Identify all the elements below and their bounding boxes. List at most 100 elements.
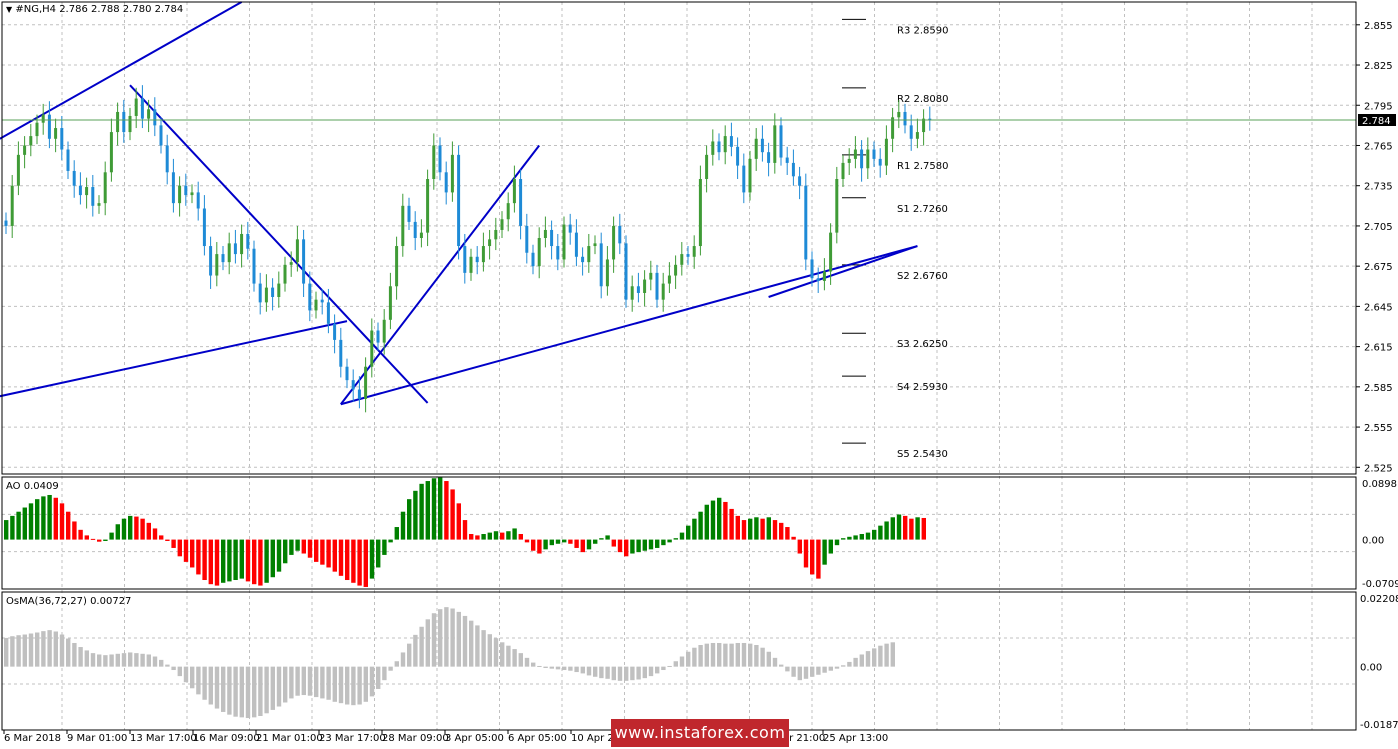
osma-bar: [512, 649, 517, 667]
osma-bar: [301, 666, 306, 696]
osma-bar: [264, 666, 269, 714]
price-tick-label: 2.705: [1364, 222, 1393, 233]
osma-histogram: [4, 607, 895, 719]
candle-body: [531, 252, 535, 267]
ao-bar: [22, 507, 27, 540]
trend-line: [129, 84, 429, 404]
ao-bar: [90, 538, 96, 540]
candle-body: [122, 111, 126, 133]
osma-bar: [655, 666, 660, 674]
candle-body: [674, 264, 678, 276]
candle-body: [556, 246, 560, 260]
osma-bar: [748, 643, 753, 667]
osma-bar: [624, 666, 629, 681]
ao-bar: [369, 539, 375, 579]
candle-body: [395, 246, 399, 287]
ao-bar: [456, 503, 461, 540]
ao-bar: [859, 534, 864, 540]
ao-bar: [376, 539, 381, 568]
osma-bar: [797, 666, 802, 681]
ao-bar: [481, 534, 486, 540]
osma-bar: [673, 661, 678, 667]
osma-bar: [568, 666, 573, 671]
candle-body: [23, 145, 27, 155]
ao-bar: [785, 527, 790, 540]
osma-bar: [270, 666, 275, 710]
price-tick-label: 2.765: [1364, 141, 1393, 152]
ao-bar: [146, 522, 151, 540]
ao-bar: [636, 539, 641, 553]
candle-body: [773, 125, 777, 163]
panel-frame: [1, 591, 1357, 731]
candle-body: [853, 149, 857, 159]
osma-bar: [388, 666, 393, 671]
ao-bar: [28, 503, 34, 540]
ao-bar: [543, 539, 548, 550]
ao-bar: [723, 501, 728, 540]
osma-bar: [667, 665, 672, 667]
candle-body: [78, 185, 82, 196]
ao-bar: [109, 532, 114, 540]
ao-bar: [741, 520, 747, 540]
osma-bar: [493, 638, 499, 667]
osma-bar: [171, 666, 176, 671]
symbol-header[interactable]: ▼ #NG,H4 2.786 2.788 2.780 2.784: [6, 4, 183, 15]
candle-body: [816, 278, 820, 281]
ao-bar: [655, 539, 660, 548]
candle-body: [271, 287, 275, 297]
ao-histogram: [4, 477, 926, 587]
osma-bar: [78, 647, 83, 667]
ao-bar: [921, 517, 926, 540]
candle-body: [91, 187, 95, 206]
trading-chart[interactable]: R3 2.8590 R2 2.8080 R1 2.7580 S1 2.7260 S2 2…: [0, 0, 1398, 749]
ao-bar: [4, 520, 9, 540]
candle-body: [41, 114, 45, 123]
osma-bar: [766, 651, 771, 667]
osma-bar: [431, 613, 437, 667]
time-label: 6 Apr 05:00: [508, 733, 567, 744]
candle-body: [29, 136, 33, 146]
candle-body: [655, 272, 659, 300]
osma-bar: [779, 664, 784, 667]
ao-bar: [772, 520, 778, 540]
ao-bar: [444, 481, 449, 540]
osma-bar: [642, 666, 647, 679]
ao-bar: [679, 532, 685, 540]
candle-body: [171, 172, 175, 204]
candle-body: [16, 154, 20, 186]
candle-body: [401, 205, 405, 247]
osma-bar: [853, 657, 858, 667]
osma-bar: [462, 615, 468, 667]
price-tick-label: 2.735: [1364, 182, 1393, 193]
osma-bar: [419, 626, 424, 667]
ao-bar: [59, 503, 65, 540]
osma-bar: [338, 666, 344, 704]
time-label: 25 Apr 13:00: [823, 733, 888, 744]
ao-bar: [562, 539, 567, 543]
osma-bar: [611, 666, 616, 681]
ao-bar: [103, 539, 108, 541]
ao-bar: [580, 539, 585, 553]
ao-bar: [239, 539, 244, 579]
osma-bar: [803, 666, 809, 679]
ao-bar: [264, 539, 269, 583]
osma-bar: [574, 666, 579, 673]
osma-bar: [22, 634, 27, 667]
candle-body: [159, 125, 163, 146]
osma-bar: [177, 666, 182, 677]
candle-body: [835, 179, 839, 233]
chart-menu-arrow-icon[interactable]: ▼: [6, 5, 12, 14]
pivot-label: S1 2.7260: [897, 204, 948, 215]
osma-bar: [227, 666, 232, 715]
osma-bar: [369, 666, 375, 697]
osma-bar: [4, 637, 9, 667]
candle-body: [729, 136, 733, 147]
ao-bar: [710, 500, 716, 540]
osma-bar: [599, 666, 604, 679]
ao-bar: [847, 536, 852, 540]
pivot-label: S4 2.5930: [897, 382, 948, 393]
candle-body: [500, 219, 504, 230]
ao-bar: [593, 539, 598, 544]
ao-bar: [549, 539, 554, 546]
ao-bar: [834, 539, 840, 546]
